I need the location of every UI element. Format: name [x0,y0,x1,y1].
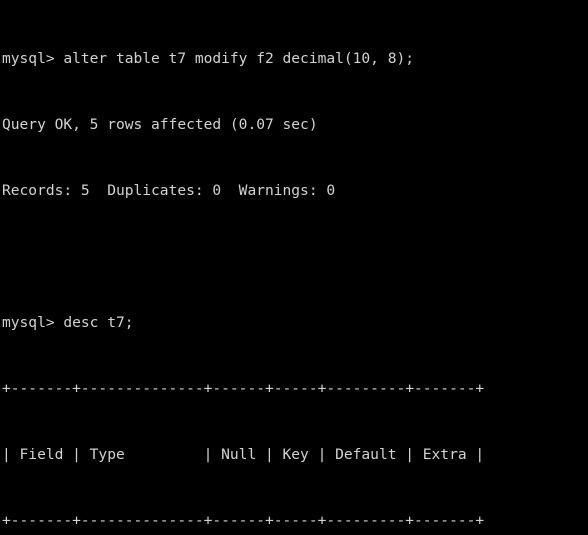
terminal-line: Records: 5 Duplicates: 0 Warnings: 0 [2,182,336,199]
terminal-window[interactable]: mysql> alter table t7 modify f2 decimal(… [0,0,588,535]
terminal-line: mysql> desc t7; [2,314,134,331]
terminal-line: Query OK, 5 rows affected (0.07 sec) [2,116,318,133]
terminal-line: +-------+--------------+------+-----+---… [2,512,485,529]
terminal-line: mysql> alter table t7 modify f2 decimal(… [2,50,415,67]
terminal-line: +-------+--------------+------+-----+---… [2,380,485,397]
terminal-line: | Field | Type | Null | Key | Default | … [2,446,485,463]
